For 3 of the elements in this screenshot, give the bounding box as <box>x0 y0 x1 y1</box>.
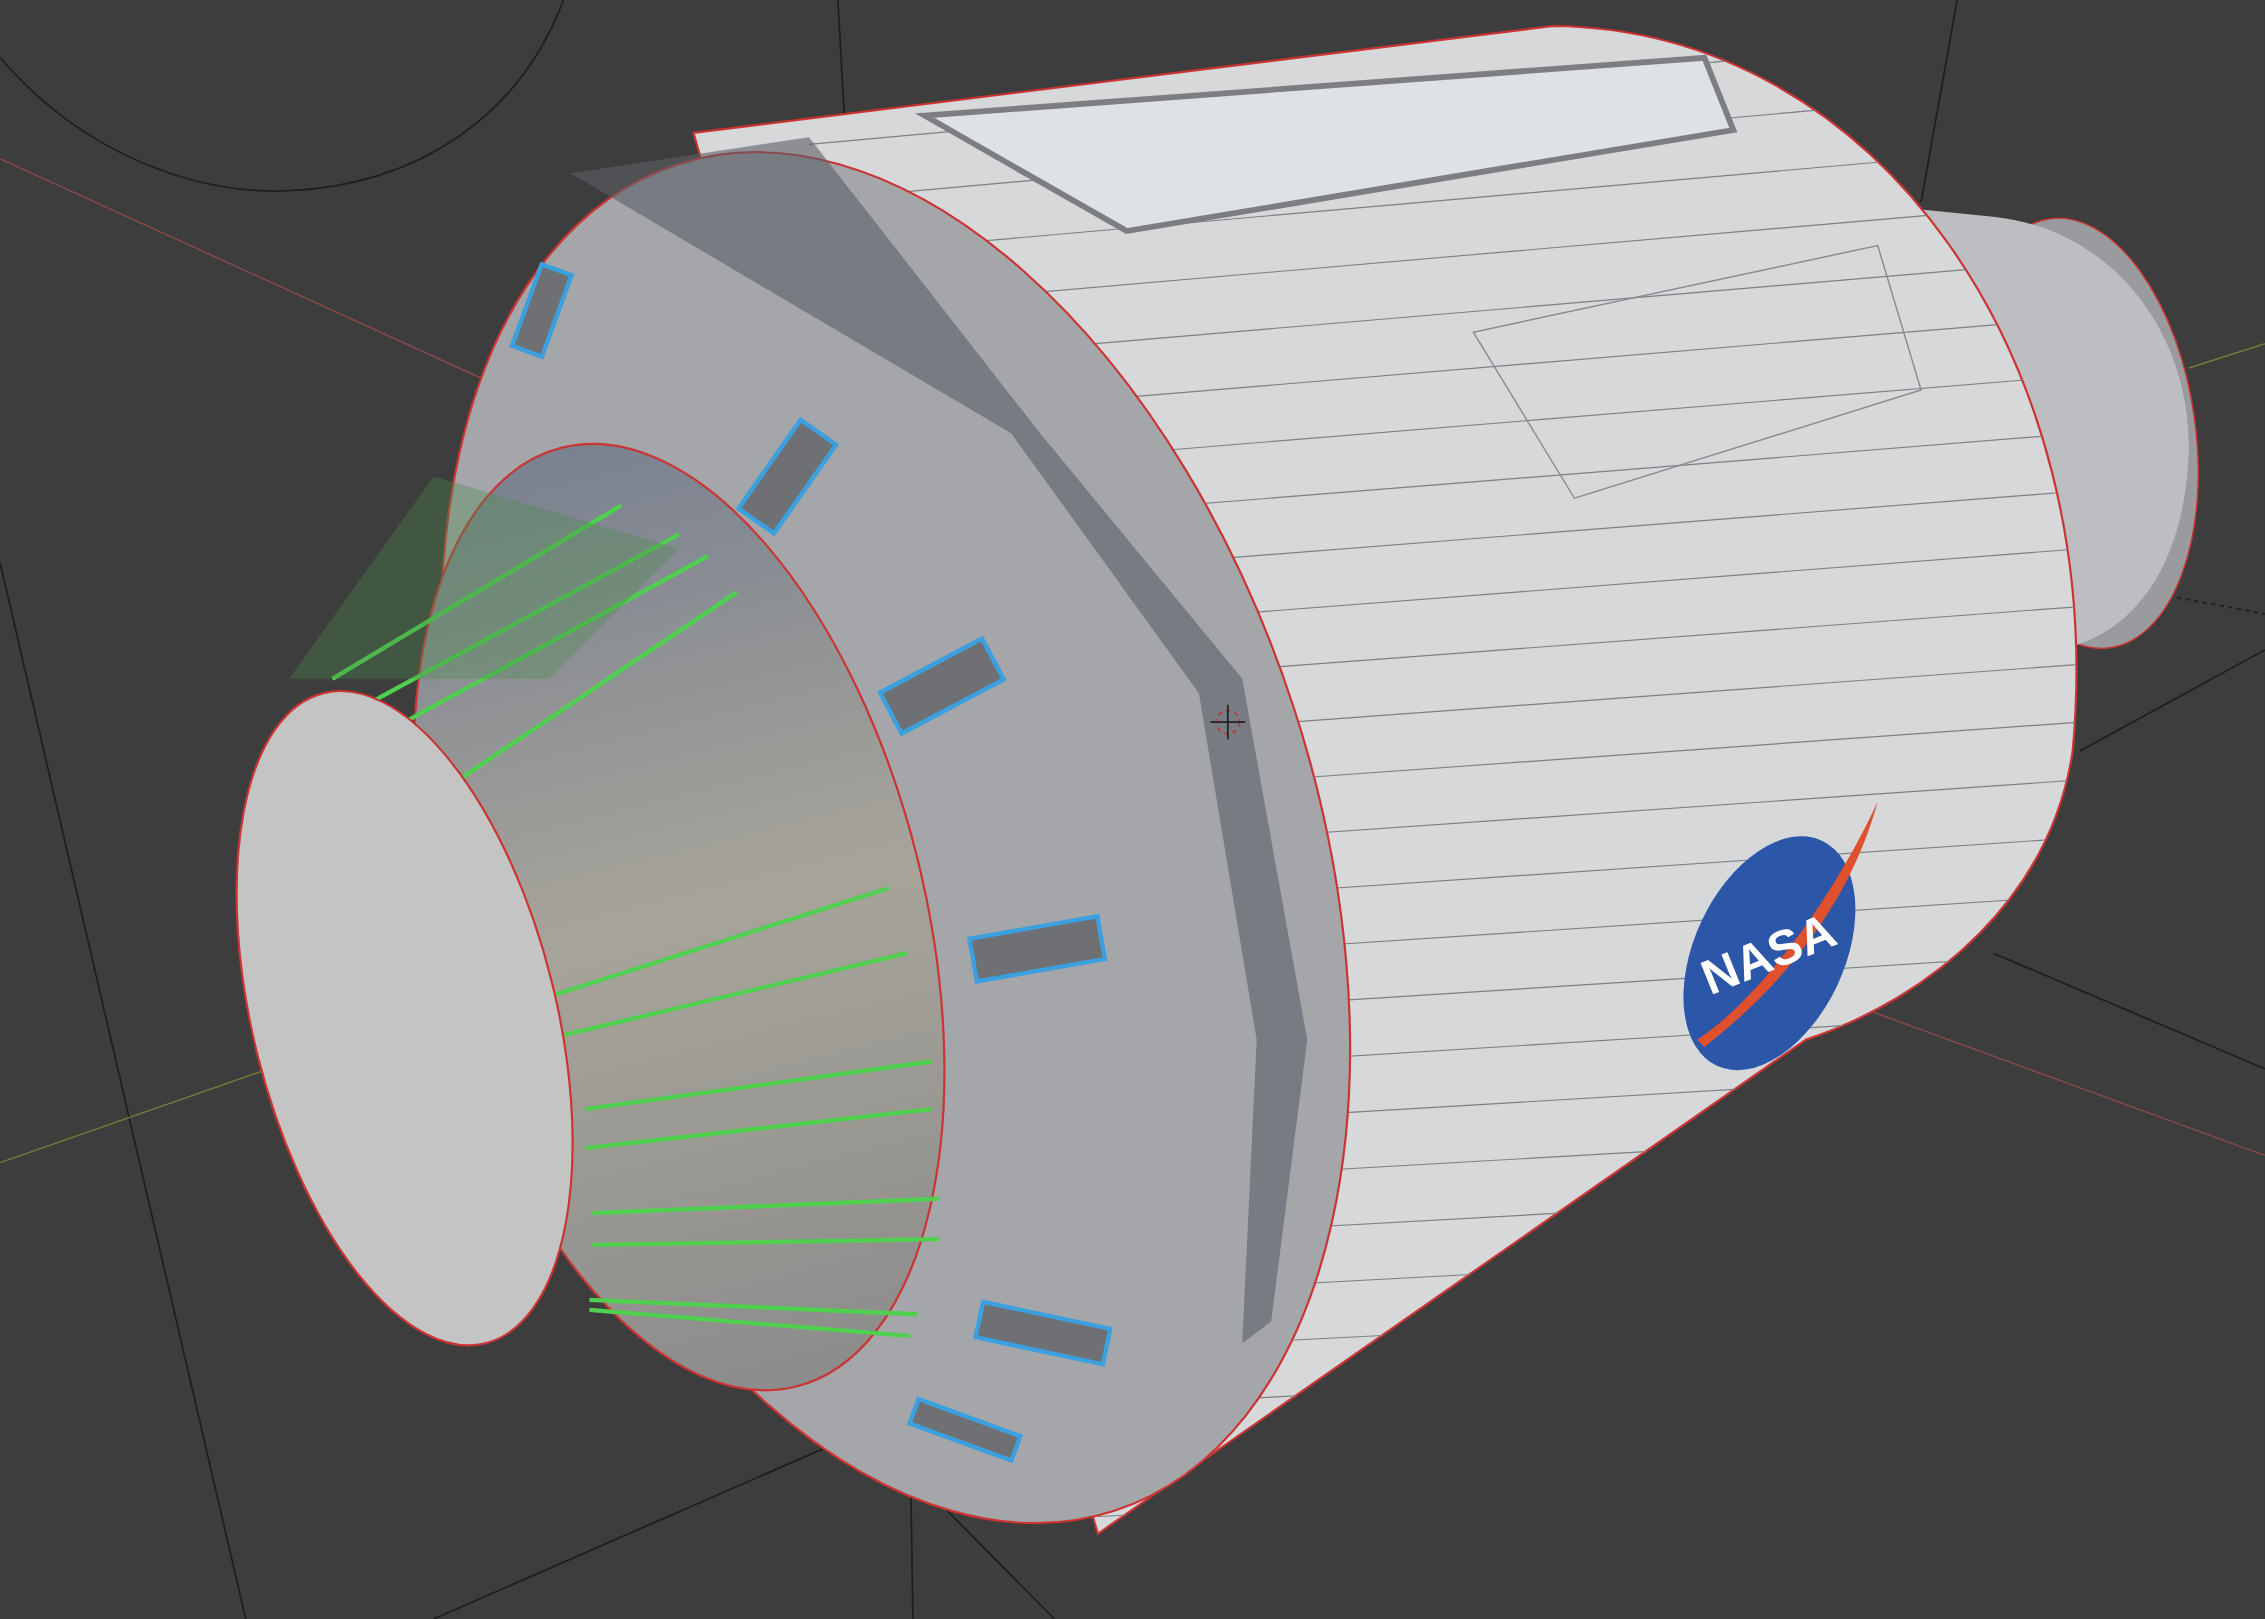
logo-text: NASA <box>1693 902 1844 1005</box>
logo-emblem-icon <box>1683 801 1878 1071</box>
cursor-icon <box>1209 703 1246 741</box>
